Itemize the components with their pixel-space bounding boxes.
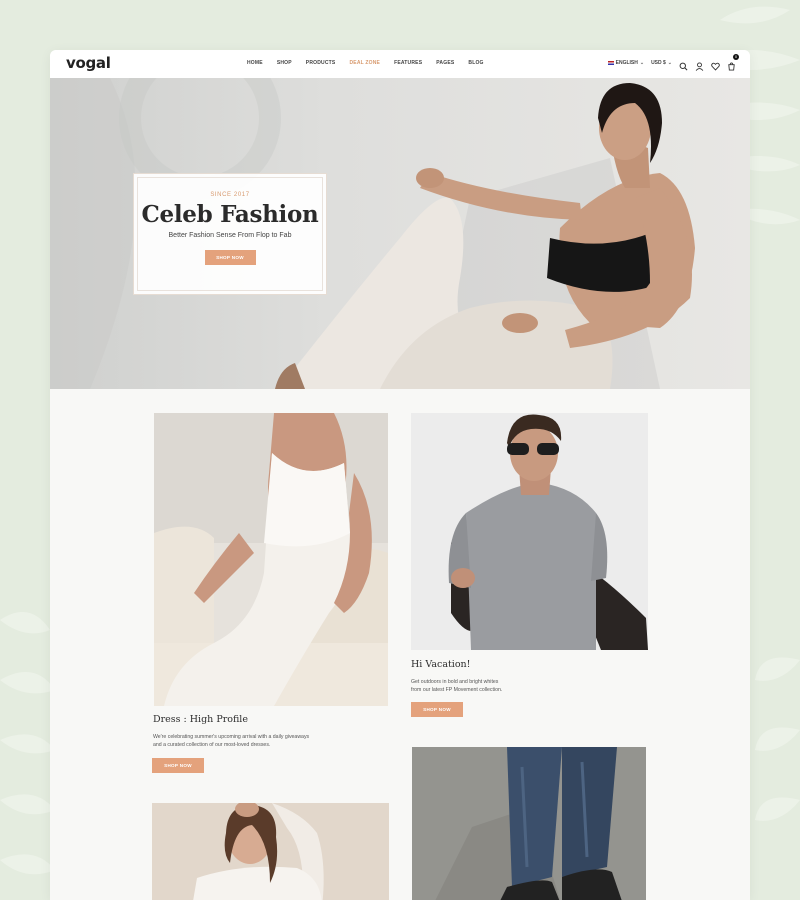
language-selector[interactable]: ENGLISH ⌄ (607, 59, 645, 66)
hero-subtitle: Better Fashion Sense From Flop to Fab (168, 232, 292, 239)
user-icon[interactable] (695, 58, 704, 71)
site-logo[interactable]: vogal (66, 54, 111, 72)
card-desc-vacation-line2: from our latest FP Movement collection. (411, 687, 503, 693)
hero-shop-now-button[interactable]: SHOP NOW (204, 250, 256, 265)
card-title-dress[interactable]: Dress : High Profile (153, 714, 248, 725)
chevron-down-icon: ⌄ (667, 59, 672, 66)
nav-item-blog[interactable]: BLOG (468, 60, 483, 66)
nav-item-deal-zone[interactable]: DEAL ZONE (349, 60, 380, 66)
nav-item-home[interactable]: HOME (247, 60, 263, 66)
currency-selector[interactable]: USD $ ⌄ (651, 60, 672, 66)
nav-item-products[interactable]: PRODUCTS (306, 60, 336, 66)
chevron-down-icon: ⌄ (639, 59, 645, 66)
nav-item-pages[interactable]: PAGES (436, 60, 454, 66)
main-nav: HOME SHOP PRODUCTS DEAL ZONE FEATURES PA… (247, 60, 498, 66)
product-image-vacation[interactable] (411, 413, 648, 650)
heart-icon[interactable] (711, 58, 720, 71)
card-desc-dress-line1: We're celebrating summer's upcoming arri… (153, 734, 310, 740)
product-image-knit-top[interactable] (152, 803, 389, 900)
card-desc-dress-line2: and a curated collection of our most-lov… (153, 742, 271, 748)
nav-item-shop[interactable]: SHOP (277, 60, 292, 66)
site-header: vogal HOME SHOP PRODUCTS DEAL ZONE FEATU… (50, 50, 750, 78)
vacation-shop-now-button[interactable]: SHOP NOW (411, 702, 463, 717)
product-image-dress[interactable] (154, 413, 388, 706)
browser-page: vogal HOME SHOP PRODUCTS DEAL ZONE FEATU… (50, 50, 750, 900)
currency-label: USD $ (651, 59, 666, 66)
header-tools: ENGLISH ⌄ USD $ ⌄ 0 (607, 54, 739, 71)
language-label: ENGLISH (615, 59, 638, 66)
nav-item-features[interactable]: FEATURES (394, 60, 422, 66)
product-image-jeans[interactable] (412, 747, 646, 900)
cart-count-badge: 0 (733, 54, 739, 60)
search-icon[interactable] (679, 58, 688, 71)
flag-icon (607, 60, 614, 65)
card-desc-vacation-line1: Get outdoors in bold and bright whites (411, 679, 499, 685)
hero-banner: SINCE 2017 Celeb Fashion Better Fashion … (50, 78, 750, 389)
hero-eyebrow: SINCE 2017 (210, 192, 250, 198)
cart-icon[interactable]: 0 (727, 54, 739, 71)
dress-shop-now-button[interactable]: SHOP NOW (152, 758, 204, 773)
card-title-vacation[interactable]: Hi Vacation! (411, 659, 471, 670)
leaf-decoration-bottom-right (755, 657, 800, 821)
hero-text-box: SINCE 2017 Celeb Fashion Better Fashion … (133, 173, 327, 295)
hero-title: Celeb Fashion (141, 201, 319, 228)
